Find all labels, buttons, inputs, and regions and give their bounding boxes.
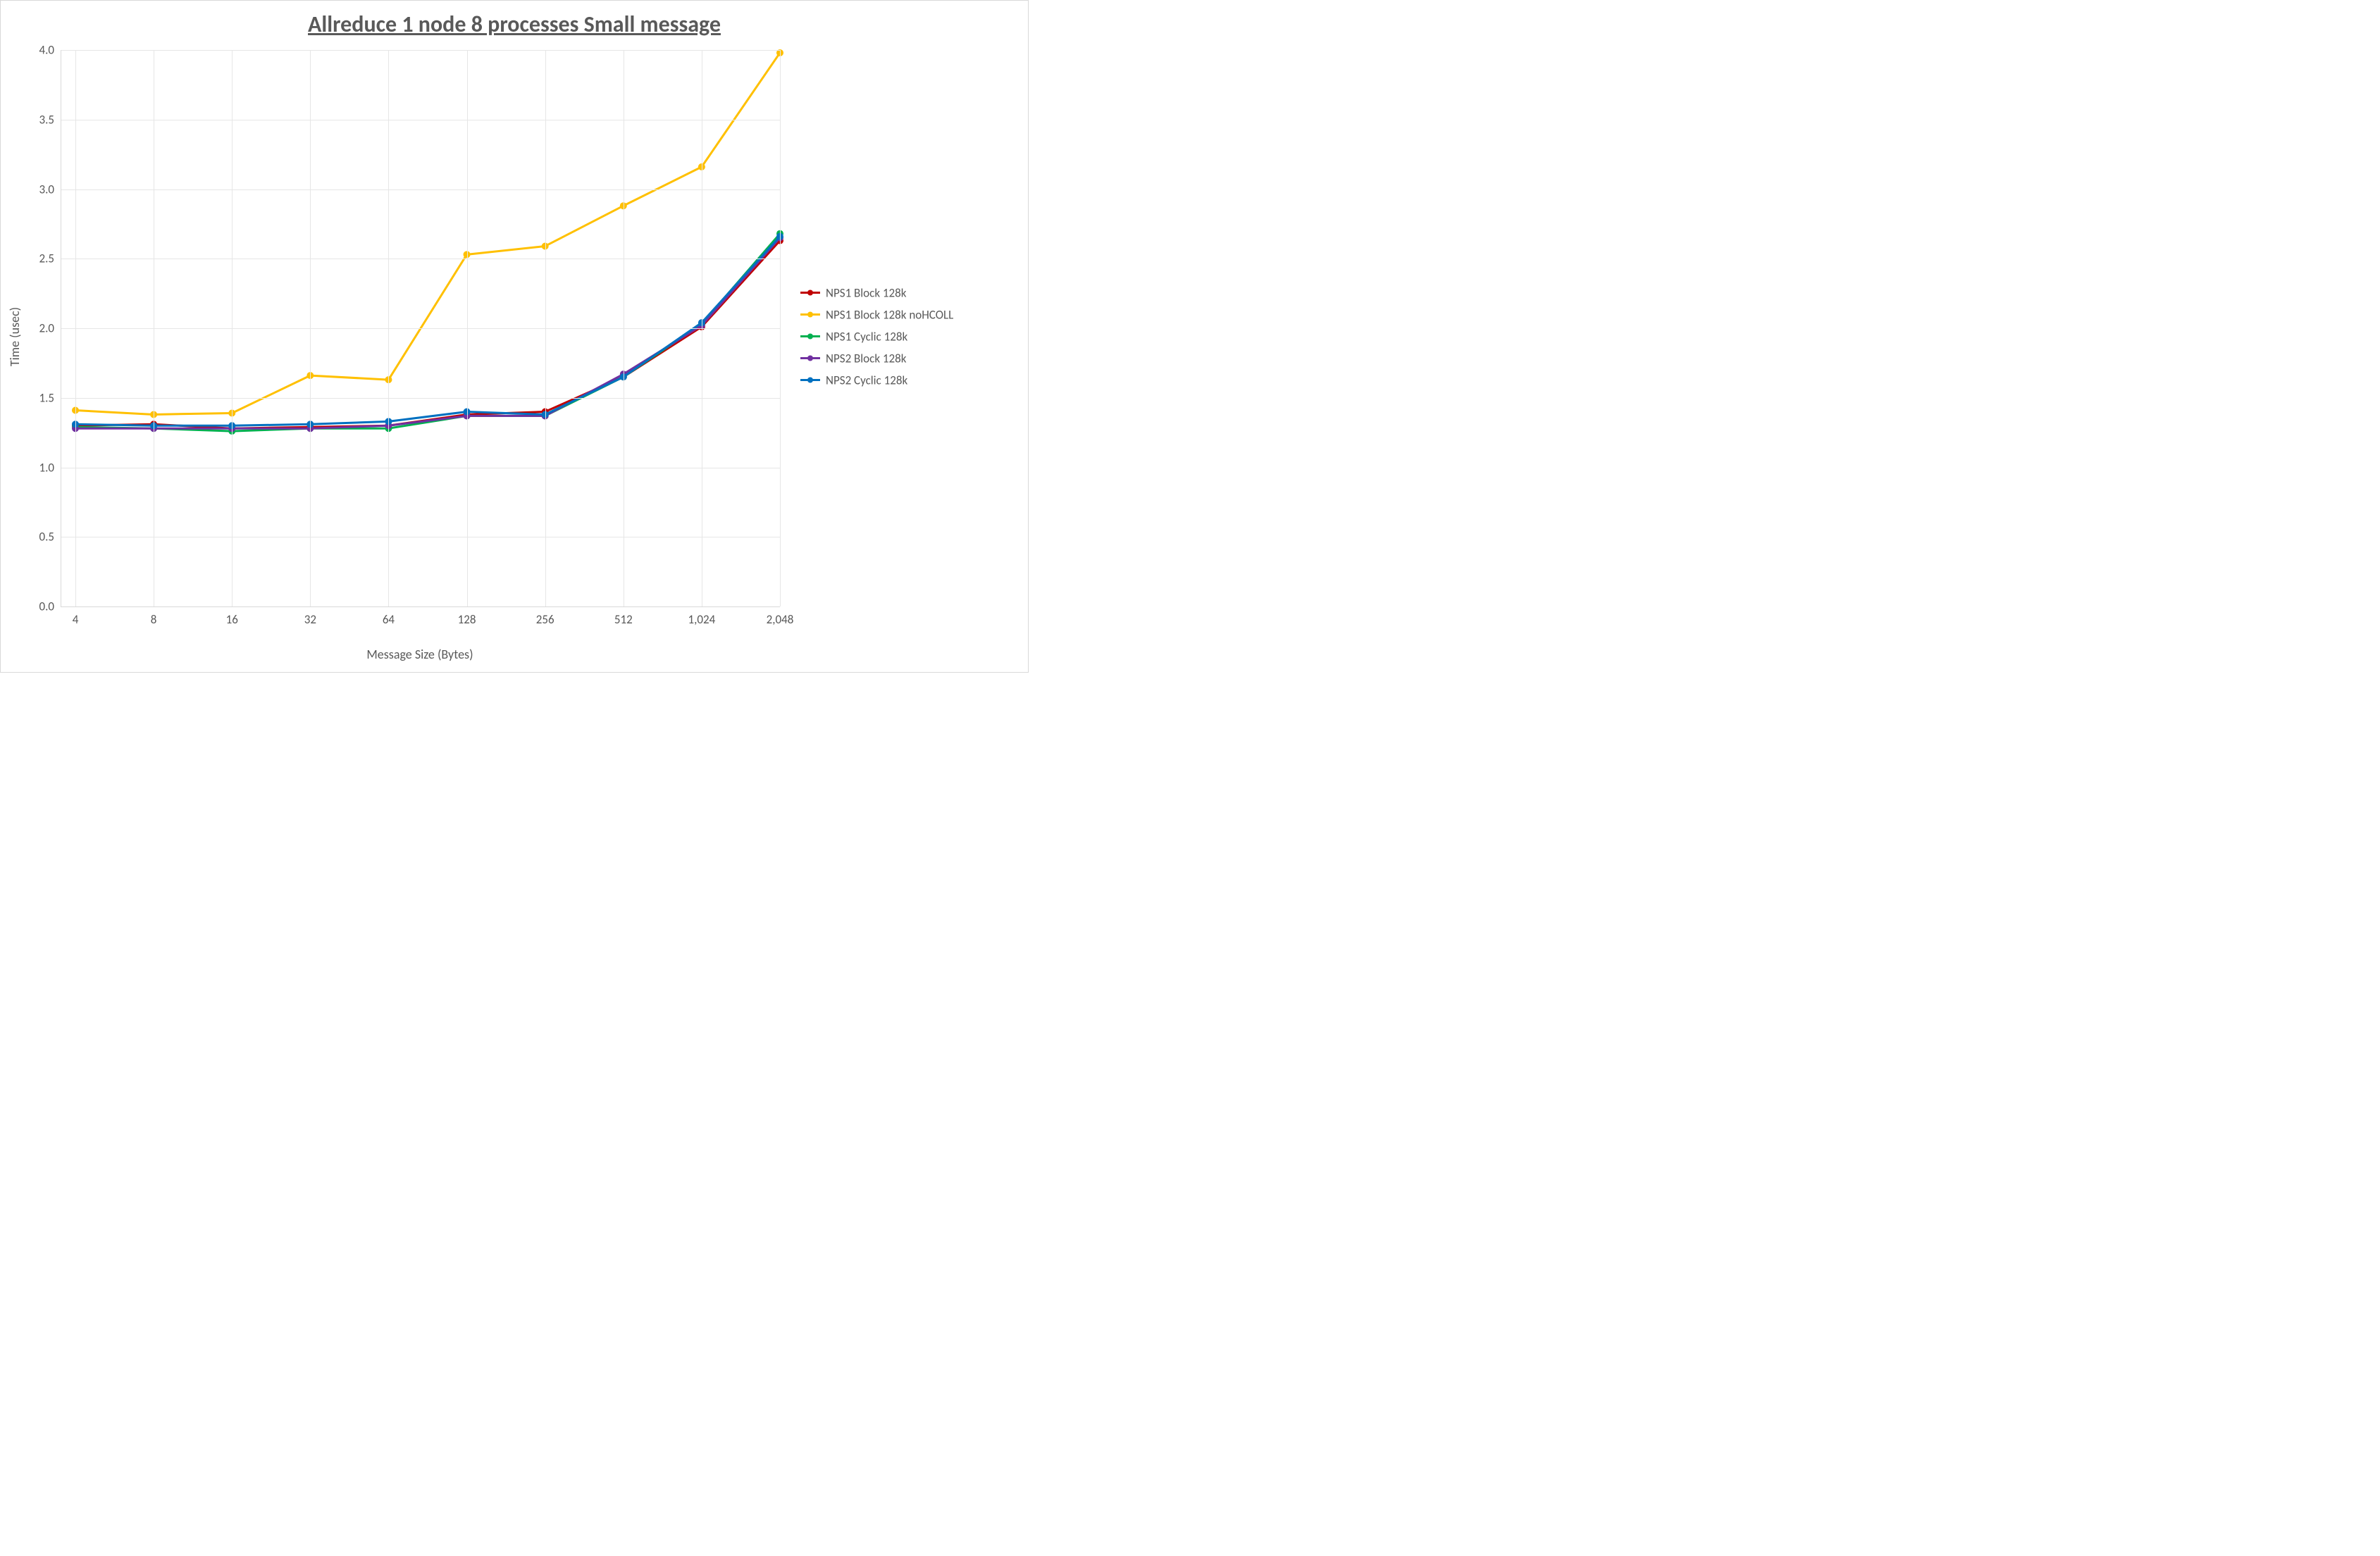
legend-item: NPS1 Block 128k noHCOLL [800,307,953,322]
x-axis-title: Message Size (Bytes) [61,647,779,662]
legend-item: NPS2 Block 128k [800,351,953,366]
x-tick-label: 64 [383,606,395,627]
gridline-vertical [310,50,311,606]
x-tick-label: 4 [73,606,79,627]
x-tick-label: 16 [226,606,238,627]
x-tick-label: 2,048 [767,606,794,627]
legend-swatch [800,310,820,320]
x-tick-label: 1,024 [688,606,716,627]
x-tick-label: 128 [458,606,476,627]
series-line [75,238,780,429]
y-tick-label: 1.0 [39,460,61,475]
legend-label: NPS1 Block 128k [826,285,906,300]
legend-item: NPS1 Cyclic 128k [800,329,953,344]
chart-frame: Allreduce 1 node 8 processes Small messa… [0,0,1029,673]
x-tick-label: 32 [304,606,316,627]
gridline-horizontal [61,328,780,329]
legend-swatch [800,354,820,363]
y-tick-label: 3.5 [39,112,61,127]
gridline-vertical [780,50,781,606]
legend-item: NPS1 Block 128k [800,285,953,300]
series-line [75,234,780,431]
y-tick-label: 3.0 [39,182,61,197]
gridline-vertical [388,50,389,606]
series-line [75,53,780,415]
legend-label: NPS2 Block 128k [826,351,906,366]
legend-swatch [800,375,820,385]
gridline-vertical [467,50,468,606]
chart-title: Allreduce 1 node 8 processes Small messa… [1,11,1028,38]
plot-area: 0.00.51.01.52.02.53.03.54.04816326412825… [61,50,780,607]
gridline-vertical [545,50,546,606]
x-tick-label: 256 [536,606,554,627]
y-tick-label: 2.5 [39,251,61,266]
legend-swatch [800,332,820,342]
x-tick-label: 8 [151,606,157,627]
legend: NPS1 Block 128k NPS1 Block 128k noHCOLL NP… [800,278,953,394]
y-tick-label: 4.0 [39,43,61,58]
y-tick-label: 1.5 [39,390,61,405]
y-tick-label: 0.0 [39,599,61,614]
gridline-vertical [232,50,233,606]
legend-label: NPS1 Block 128k noHCOLL [826,307,953,322]
gridline-horizontal [61,398,780,399]
legend-label: NPS2 Cyclic 128k [826,373,907,387]
gridline-vertical [75,50,76,606]
y-tick-label: 0.5 [39,530,61,544]
legend-label: NPS1 Cyclic 128k [826,329,907,344]
legend-swatch [800,288,820,298]
series-line [75,241,780,429]
gridline-horizontal [61,189,780,190]
x-tick-label: 512 [614,606,633,627]
legend-item: NPS2 Cyclic 128k [800,373,953,387]
gridline-horizontal [61,50,780,51]
y-tick-label: 2.0 [39,321,61,336]
y-axis-title: Time (usec) [7,306,23,366]
